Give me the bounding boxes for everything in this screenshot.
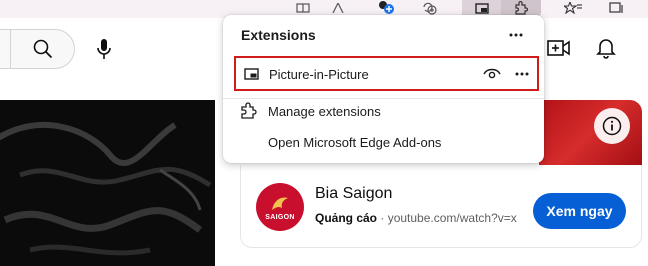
create-video-icon[interactable]	[546, 36, 572, 60]
video-player[interactable]	[0, 100, 215, 266]
ad-separator: ·	[380, 211, 388, 225]
notifications-icon[interactable]	[594, 35, 618, 61]
ad-url: youtube.com/watch?v=x	[387, 211, 517, 225]
picture-in-picture-icon[interactable]	[472, 0, 492, 16]
profile-add-icon[interactable]	[376, 0, 396, 16]
open-edge-addons-link[interactable]: Open Microsoft Edge Add-ons	[268, 135, 441, 150]
manage-extensions-link[interactable]: Manage extensions	[268, 104, 381, 119]
extensions-divider	[223, 98, 544, 99]
show-in-toolbar-eye-icon[interactable]	[483, 66, 503, 82]
favorites-icon[interactable]	[563, 0, 583, 16]
ad-sponsored-label: Quảng cáo	[315, 211, 378, 225]
split-screen-icon[interactable]	[294, 0, 312, 16]
microphone-icon[interactable]	[93, 36, 115, 62]
refresh-add-icon[interactable]	[419, 0, 439, 16]
extensions-icon[interactable]	[511, 0, 531, 16]
extension-item-picture-in-picture[interactable]: Picture-in-Picture	[234, 56, 539, 91]
extension-item-label: Picture-in-Picture	[269, 67, 369, 82]
ad-logo-text: SAIGON	[265, 213, 295, 221]
extensions-popup: Extensions Picture-in-Picture Manage ext…	[223, 15, 544, 163]
ad-info-button[interactable]	[594, 108, 630, 144]
puzzle-icon	[239, 102, 257, 120]
ad-meta: Quảng cáo · youtube.com/watch?v=x	[315, 211, 520, 225]
collections-icon[interactable]	[607, 0, 627, 16]
ad-logo[interactable]: SAIGON	[256, 183, 304, 231]
ad-title[interactable]: Bia Saigon	[315, 185, 392, 203]
extensions-popup-title: Extensions	[241, 27, 316, 43]
picture-in-picture-icon	[244, 67, 259, 81]
ad-cta-button[interactable]: Xem ngay	[533, 193, 626, 229]
extensions-more-icon[interactable]	[506, 25, 526, 45]
search-icon	[30, 36, 56, 62]
search-divider	[10, 30, 11, 68]
read-aloud-icon[interactable]	[330, 0, 346, 16]
extension-more-options-icon[interactable]	[512, 64, 532, 84]
